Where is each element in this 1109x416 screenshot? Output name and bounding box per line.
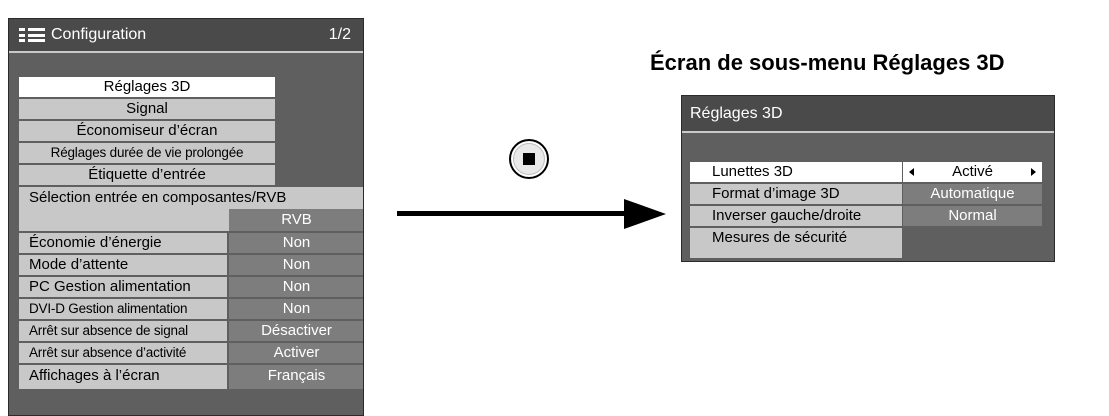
lunettes-3d-value-text: Activé [952, 163, 993, 180]
setting-label-arret-absence-signal[interactable]: Arrêt sur absence de signal [19, 321, 227, 341]
submenu-title: Réglages 3D [690, 105, 783, 122]
setting-label-mode-attente[interactable]: Mode d’attente [19, 255, 227, 275]
page-indicator: 1/2 [328, 26, 351, 43]
menu-item-economiseur-ecran[interactable]: Économiseur d’écran [19, 121, 275, 141]
setting-label-affichages-ecran[interactable]: Affichages à l’écran [19, 365, 227, 389]
stop-button[interactable] [509, 139, 549, 179]
setting-value-mode-attente[interactable]: Non [229, 255, 363, 275]
transition-arrow [397, 211, 627, 216]
setting-value-economie-energie[interactable]: Non [229, 233, 363, 253]
stop-square-icon [523, 153, 535, 165]
arrow-right-icon[interactable] [1031, 168, 1036, 176]
configuration-menu-panel: Configuration 1/2 Réglages 3D Signal Éco… [8, 18, 364, 416]
submenu-value-lunettes-3d[interactable]: Activé [903, 162, 1042, 182]
submenu-value-inverser-gauche-droite[interactable]: Normal [903, 206, 1042, 226]
submenu-value-format-image-3d[interactable]: Automatique [903, 184, 1042, 204]
value-rvb[interactable]: RVB [229, 209, 363, 231]
menu-item-rvb-spacer [19, 209, 229, 231]
menu-item-reglages-3d[interactable]: Réglages 3D [19, 77, 275, 97]
menu-item-duree-vie-prolongee[interactable]: Réglages durée de vie prolongée [19, 143, 275, 163]
menu-titlebar: Configuration 1/2 [9, 19, 363, 53]
setting-label-arret-absence-activite[interactable]: Arrêt sur absence d’activité [19, 343, 227, 363]
menu-item-etiquette-entree[interactable]: Étiquette d’entrée [19, 165, 275, 185]
submenu-titlebar: Réglages 3D [682, 96, 1054, 133]
setting-value-arret-absence-activite[interactable]: Activer [229, 343, 363, 363]
setting-value-dvi-d-gestion-alimentation[interactable]: Non [229, 299, 363, 319]
submenu-label-inverser-gauche-droite[interactable]: Inverser gauche/droite [690, 206, 902, 226]
setting-value-affichages-ecran[interactable]: Français [229, 365, 363, 389]
arrow-right-icon [624, 199, 666, 229]
submenu-label-lunettes-3d[interactable]: Lunettes 3D [690, 162, 902, 182]
menu-item-selection-composantes-rvb[interactable]: Sélection entrée en composantes/RVB [19, 187, 363, 209]
menu-item-signal[interactable]: Signal [19, 99, 275, 119]
setting-label-dvi-d-gestion-alimentation[interactable]: DVI-D Gestion alimentation [19, 299, 227, 319]
submenu-panel: Réglages 3D Lunettes 3D Activé Format d’… [681, 95, 1055, 262]
setting-label-economie-energie[interactable]: Économie d’énergie [19, 233, 227, 253]
setting-value-arret-absence-signal[interactable]: Désactiver [229, 321, 363, 341]
menu-list-icon [19, 28, 45, 42]
submenu-heading: Écran de sous-menu Réglages 3D [650, 50, 1005, 75]
arrow-left-icon[interactable] [909, 168, 914, 176]
menu-title: Configuration [51, 26, 147, 43]
setting-label-pc-gestion-alimentation[interactable]: PC Gestion alimentation [19, 277, 227, 297]
setting-value-pc-gestion-alimentation[interactable]: Non [229, 277, 363, 297]
submenu-label-format-image-3d[interactable]: Format d’image 3D [690, 184, 902, 204]
submenu-label-mesures-securite[interactable]: Mesures de sécurité [690, 228, 902, 258]
